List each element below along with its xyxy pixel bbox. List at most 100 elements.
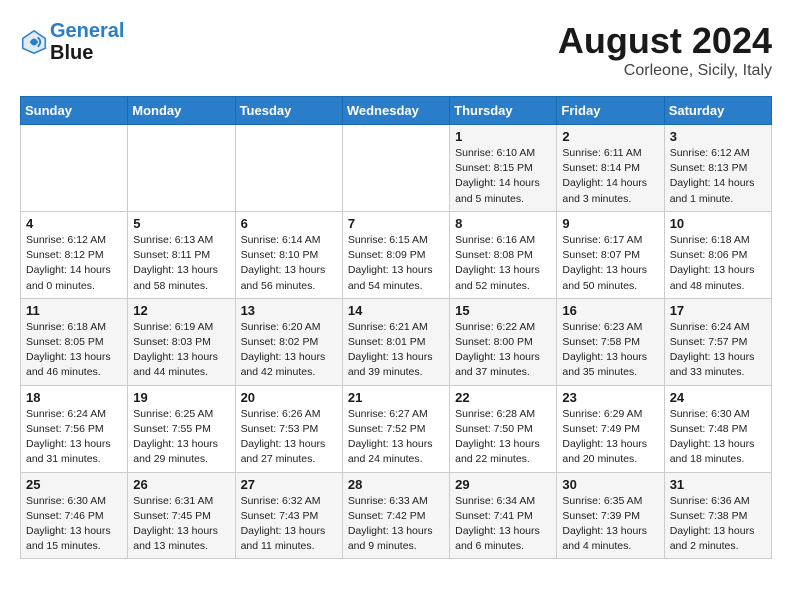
calendar-cell [21, 125, 128, 212]
day-number: 1 [455, 129, 551, 144]
calendar-cell: 21 Sunrise: 6:27 AM Sunset: 7:52 PM Dayli… [342, 385, 449, 472]
day-info: Sunrise: 6:19 AM Sunset: 8:03 PM Dayligh… [133, 320, 229, 381]
title-block: August 2024 Corleone, Sicily, Italy [558, 20, 772, 80]
day-info: Sunrise: 6:29 AM Sunset: 7:49 PM Dayligh… [562, 407, 658, 468]
header-cell-thursday: Thursday [450, 97, 557, 125]
day-number: 15 [455, 303, 551, 318]
calendar-week-row: 1 Sunrise: 6:10 AM Sunset: 8:15 PM Daylig… [21, 125, 772, 212]
day-info: Sunrise: 6:18 AM Sunset: 8:05 PM Dayligh… [26, 320, 122, 381]
calendar-cell: 3 Sunrise: 6:12 AM Sunset: 8:13 PM Daylig… [664, 125, 771, 212]
day-number: 30 [562, 477, 658, 492]
calendar-cell: 27 Sunrise: 6:32 AM Sunset: 7:43 PM Dayli… [235, 472, 342, 559]
logo-text: General Blue [50, 20, 124, 64]
calendar-cell: 11 Sunrise: 6:18 AM Sunset: 8:05 PM Dayli… [21, 298, 128, 385]
calendar-week-row: 4Sunrise: 6:12 AM Sunset: 8:12 PM Daylig… [21, 211, 772, 298]
day-info: Sunrise: 6:23 AM Sunset: 7:58 PM Dayligh… [562, 320, 658, 381]
calendar-cell: 6 Sunrise: 6:14 AM Sunset: 8:10 PM Daylig… [235, 211, 342, 298]
day-number: 8 [455, 216, 551, 231]
day-info: Sunrise: 6:32 AM Sunset: 7:43 PM Dayligh… [241, 494, 337, 555]
calendar-cell: 14 Sunrise: 6:21 AM Sunset: 8:01 PM Dayli… [342, 298, 449, 385]
day-info: Sunrise: 6:14 AM Sunset: 8:10 PM Dayligh… [241, 233, 337, 294]
day-number: 3 [670, 129, 766, 144]
day-number: 13 [241, 303, 337, 318]
calendar-cell: 19 Sunrise: 6:25 AM Sunset: 7:55 PM Dayli… [128, 385, 235, 472]
day-number: 11 [26, 303, 122, 318]
calendar-cell: 13Sunrise: 6:20 AM Sunset: 8:02 PM Dayli… [235, 298, 342, 385]
day-number: 28 [348, 477, 444, 492]
day-number: 17 [670, 303, 766, 318]
day-number: 23 [562, 390, 658, 405]
day-number: 2 [562, 129, 658, 144]
calendar-cell: 9 Sunrise: 6:17 AM Sunset: 8:07 PM Daylig… [557, 211, 664, 298]
page-header: General Blue August 2024 Corleone, Sicil… [20, 20, 772, 80]
day-info: Sunrise: 6:26 AM Sunset: 7:53 PM Dayligh… [241, 407, 337, 468]
day-number: 18 [26, 390, 122, 405]
day-number: 14 [348, 303, 444, 318]
day-number: 24 [670, 390, 766, 405]
calendar-cell: 4Sunrise: 6:12 AM Sunset: 8:12 PM Daylig… [21, 211, 128, 298]
calendar-week-row: 11 Sunrise: 6:18 AM Sunset: 8:05 PM Dayli… [21, 298, 772, 385]
day-number: 12 [133, 303, 229, 318]
calendar-cell: 15 Sunrise: 6:22 AM Sunset: 8:00 PM Dayli… [450, 298, 557, 385]
day-number: 27 [241, 477, 337, 492]
header-cell-friday: Friday [557, 97, 664, 125]
logo: General Blue [20, 20, 124, 64]
day-info: Sunrise: 6:24 AM Sunset: 7:57 PM Dayligh… [670, 320, 766, 381]
day-info: Sunrise: 6:17 AM Sunset: 8:07 PM Dayligh… [562, 233, 658, 294]
day-info: Sunrise: 6:27 AM Sunset: 7:52 PM Dayligh… [348, 407, 444, 468]
calendar-cell: 10Sunrise: 6:18 AM Sunset: 8:06 PM Dayli… [664, 211, 771, 298]
day-info: Sunrise: 6:12 AM Sunset: 8:12 PM Dayligh… [26, 233, 122, 294]
calendar-cell: 22Sunrise: 6:28 AM Sunset: 7:50 PM Dayli… [450, 385, 557, 472]
header-cell-saturday: Saturday [664, 97, 771, 125]
day-info: Sunrise: 6:28 AM Sunset: 7:50 PM Dayligh… [455, 407, 551, 468]
calendar-cell [128, 125, 235, 212]
day-number: 26 [133, 477, 229, 492]
calendar-cell: 8 Sunrise: 6:16 AM Sunset: 8:08 PM Daylig… [450, 211, 557, 298]
day-info: Sunrise: 6:10 AM Sunset: 8:15 PM Dayligh… [455, 146, 551, 207]
day-info: Sunrise: 6:22 AM Sunset: 8:00 PM Dayligh… [455, 320, 551, 381]
month-title: August 2024 [558, 20, 772, 62]
day-number: 21 [348, 390, 444, 405]
day-info: Sunrise: 6:34 AM Sunset: 7:41 PM Dayligh… [455, 494, 551, 555]
calendar-week-row: 18 Sunrise: 6:24 AM Sunset: 7:56 PM Dayli… [21, 385, 772, 472]
calendar-cell: 5 Sunrise: 6:13 AM Sunset: 8:11 PM Daylig… [128, 211, 235, 298]
day-info: Sunrise: 6:13 AM Sunset: 8:11 PM Dayligh… [133, 233, 229, 294]
day-info: Sunrise: 6:16 AM Sunset: 8:08 PM Dayligh… [455, 233, 551, 294]
day-number: 31 [670, 477, 766, 492]
day-number: 19 [133, 390, 229, 405]
day-info: Sunrise: 6:12 AM Sunset: 8:13 PM Dayligh… [670, 146, 766, 207]
calendar-cell: 25 Sunrise: 6:30 AM Sunset: 7:46 PM Dayli… [21, 472, 128, 559]
day-info: Sunrise: 6:31 AM Sunset: 7:45 PM Dayligh… [133, 494, 229, 555]
day-number: 6 [241, 216, 337, 231]
calendar-cell: 1 Sunrise: 6:10 AM Sunset: 8:15 PM Daylig… [450, 125, 557, 212]
calendar-cell: 23 Sunrise: 6:29 AM Sunset: 7:49 PM Dayli… [557, 385, 664, 472]
calendar-cell: 18 Sunrise: 6:24 AM Sunset: 7:56 PM Dayli… [21, 385, 128, 472]
day-number: 5 [133, 216, 229, 231]
header-cell-tuesday: Tuesday [235, 97, 342, 125]
day-number: 9 [562, 216, 658, 231]
day-info: Sunrise: 6:35 AM Sunset: 7:39 PM Dayligh… [562, 494, 658, 555]
calendar-table: SundayMondayTuesdayWednesdayThursdayFrid… [20, 96, 772, 559]
calendar-cell: 30 Sunrise: 6:35 AM Sunset: 7:39 PM Dayli… [557, 472, 664, 559]
day-info: Sunrise: 6:24 AM Sunset: 7:56 PM Dayligh… [26, 407, 122, 468]
day-info: Sunrise: 6:25 AM Sunset: 7:55 PM Dayligh… [133, 407, 229, 468]
calendar-cell [342, 125, 449, 212]
day-number: 7 [348, 216, 444, 231]
calendar-cell: 2 Sunrise: 6:11 AM Sunset: 8:14 PM Daylig… [557, 125, 664, 212]
calendar-cell: 16 Sunrise: 6:23 AM Sunset: 7:58 PM Dayli… [557, 298, 664, 385]
calendar-cell: 20Sunrise: 6:26 AM Sunset: 7:53 PM Dayli… [235, 385, 342, 472]
calendar-header-row: SundayMondayTuesdayWednesdayThursdayFrid… [21, 97, 772, 125]
day-info: Sunrise: 6:21 AM Sunset: 8:01 PM Dayligh… [348, 320, 444, 381]
day-number: 29 [455, 477, 551, 492]
day-info: Sunrise: 6:11 AM Sunset: 8:14 PM Dayligh… [562, 146, 658, 207]
calendar-cell: 29 Sunrise: 6:34 AM Sunset: 7:41 PM Dayli… [450, 472, 557, 559]
day-number: 16 [562, 303, 658, 318]
header-cell-monday: Monday [128, 97, 235, 125]
calendar-cell: 26 Sunrise: 6:31 AM Sunset: 7:45 PM Dayli… [128, 472, 235, 559]
day-info: Sunrise: 6:30 AM Sunset: 7:46 PM Dayligh… [26, 494, 122, 555]
day-number: 25 [26, 477, 122, 492]
calendar-cell: 17 Sunrise: 6:24 AM Sunset: 7:57 PM Dayli… [664, 298, 771, 385]
day-number: 10 [670, 216, 766, 231]
day-info: Sunrise: 6:15 AM Sunset: 8:09 PM Dayligh… [348, 233, 444, 294]
calendar-cell: 12 Sunrise: 6:19 AM Sunset: 8:03 PM Dayli… [128, 298, 235, 385]
